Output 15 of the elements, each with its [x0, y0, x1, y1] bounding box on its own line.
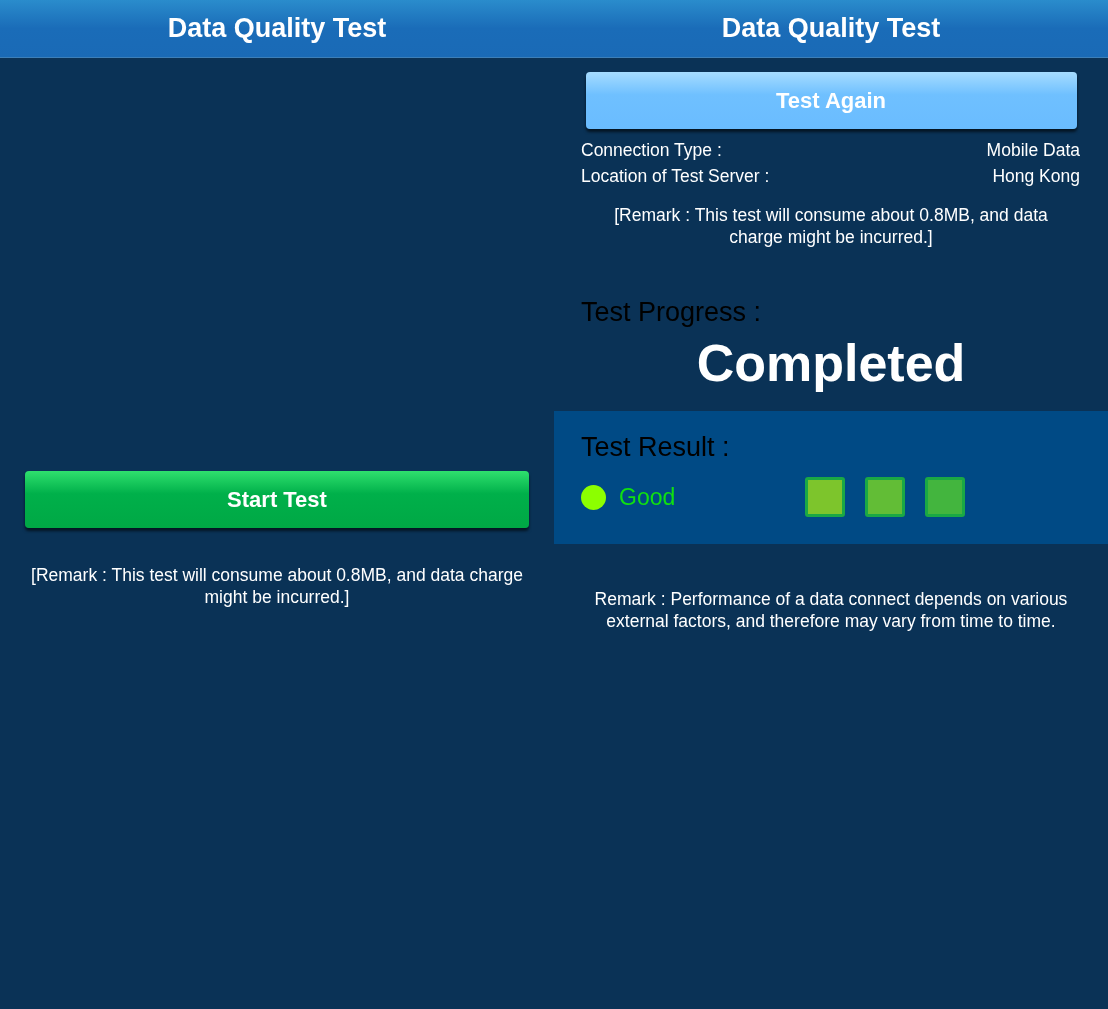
progress-status: Completed — [695, 332, 967, 393]
footer-remark: Remark : Performance of a data connect depends on various external factors, and therefore may vary from time to time. — [593, 587, 1069, 632]
screen-title: Data Quality Test — [167, 12, 387, 46]
remark-text: [Remark : This test will consume about 0.8MB, and data charge might be incurred.] — [30, 564, 524, 608]
rating-text: Good — [619, 482, 677, 512]
result-label: Test Result : — [581, 430, 731, 464]
progress-label: Test Progress : — [581, 296, 763, 329]
info-label: Location of Test Server : — [581, 165, 770, 188]
info-value: Hong Kong — [992, 165, 1080, 188]
start-test-button[interactable]: Start Test — [25, 471, 529, 528]
info-value: Mobile Data — [986, 139, 1080, 162]
screen-title: Data Quality Test — [721, 12, 941, 46]
remark-text: [Remark : This test will consume about 0.8MB, and data charge might be incurred.] — [613, 204, 1049, 248]
test-again-button[interactable]: Test Again — [585, 72, 1077, 129]
info-label: Connection Type : — [581, 139, 722, 162]
